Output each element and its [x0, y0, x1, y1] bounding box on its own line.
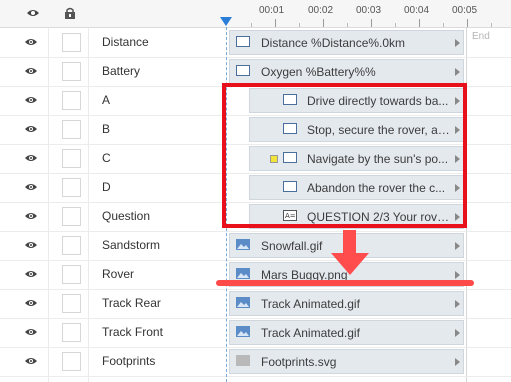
ruler-minor-tick [251, 23, 252, 27]
ruler-minor-tick [443, 23, 444, 27]
lock-checkbox[interactable] [62, 178, 81, 197]
bar-label: Snowfall.gif [261, 239, 323, 253]
layer-row[interactable]: Track Rear Track Animated.gif [0, 289, 511, 319]
layer-row[interactable]: Distance Distance %Distance%.0km [0, 28, 511, 58]
highlight-box-annotation [222, 83, 467, 228]
lock-checkbox[interactable] [62, 294, 81, 313]
lock-checkbox[interactable] [62, 120, 81, 139]
timeline-header: 00:01 00:02 00:03 00:04 00:05 [0, 0, 511, 28]
expand-arrow-icon[interactable] [455, 329, 460, 337]
timeline-bar[interactable]: Track Animated.gif [229, 291, 464, 316]
visibility-eye-icon[interactable] [22, 92, 40, 108]
layer-name: Question [102, 209, 151, 223]
lock-checkbox[interactable] [62, 207, 81, 226]
layer-name: B [102, 122, 111, 136]
lock-header-icon[interactable] [63, 6, 77, 20]
visibility-eye-icon[interactable] [22, 353, 40, 369]
layer-name: Track Front [102, 325, 163, 339]
lock-checkbox[interactable] [62, 323, 81, 342]
visibility-eye-icon[interactable] [22, 266, 40, 282]
visibility-eye-icon[interactable] [22, 208, 40, 224]
tick-label: 00:04 [404, 5, 430, 16]
bar-label: Oxygen %Battery%% [261, 65, 376, 79]
lock-checkbox[interactable] [62, 265, 81, 284]
image-icon [236, 268, 250, 279]
playhead-marker[interactable] [220, 17, 232, 26]
visibility-eye-icon[interactable] [22, 34, 40, 50]
ruler-tick [467, 19, 468, 27]
layer-name: A [102, 93, 111, 107]
tick-label: 00:02 [308, 5, 334, 16]
layer-name: Sandstorm [102, 238, 161, 252]
timeline-bar[interactable]: Oxygen %Battery%% [229, 59, 464, 84]
layer-row[interactable]: Footprints Footprints.svg [0, 347, 511, 377]
tick-label: 00:03 [356, 5, 382, 16]
layer-row[interactable]: Sandstorm Snowfall.gif [0, 231, 511, 261]
ruler-minor-tick [395, 23, 396, 27]
layer-name: Rover [102, 267, 135, 281]
layer-name: Track Rear [102, 296, 161, 310]
layer-name: D [102, 180, 111, 194]
ruler-tick [371, 19, 372, 27]
expand-arrow-icon[interactable] [455, 68, 460, 76]
lock-checkbox[interactable] [62, 33, 81, 52]
visibility-eye-icon[interactable] [22, 237, 40, 253]
bar-label: Footprints.svg [261, 355, 337, 369]
tick-label: 00:05 [452, 5, 478, 16]
visibility-eye-icon[interactable] [22, 150, 40, 166]
timeline-bar[interactable]: Footprints.svg [229, 349, 464, 374]
layer-name: C [102, 151, 111, 165]
ruler-tick [419, 19, 420, 27]
text-box-icon [236, 36, 250, 47]
expand-arrow-icon[interactable] [455, 242, 460, 250]
layer-name: Footprints [102, 354, 156, 368]
expand-arrow-icon[interactable] [455, 39, 460, 47]
visibility-eye-icon[interactable] [22, 295, 40, 311]
expand-arrow-icon[interactable] [455, 358, 460, 366]
image-icon [236, 297, 250, 308]
visibility-eye-icon[interactable] [22, 179, 40, 195]
ruler-tick [275, 19, 276, 27]
ruler-minor-tick [491, 23, 492, 27]
visibility-header-eye-icon[interactable] [26, 6, 40, 20]
svg-icon [236, 355, 250, 366]
ruler-tick [323, 19, 324, 27]
ruler-minor-tick [347, 23, 348, 27]
image-icon [236, 239, 250, 250]
layer-name: Battery [102, 64, 141, 78]
expand-arrow-icon[interactable] [455, 271, 460, 279]
arrow-head-annotation [331, 253, 369, 275]
timeline-bar[interactable]: Distance %Distance%.0km [229, 30, 464, 55]
lock-checkbox[interactable] [62, 91, 81, 110]
lock-checkbox[interactable] [62, 149, 81, 168]
text-box-icon [236, 65, 250, 76]
bar-label: Track Animated.gif [261, 326, 360, 340]
lock-checkbox[interactable] [62, 236, 81, 255]
bar-label: Track Animated.gif [261, 297, 360, 311]
arrow-shaft-annotation [343, 230, 356, 255]
ruler-minor-tick [299, 23, 300, 27]
lock-checkbox[interactable] [62, 352, 81, 371]
insertion-line-annotation [216, 280, 474, 286]
visibility-eye-icon[interactable] [22, 63, 40, 79]
tick-label: 00:01 [259, 5, 285, 16]
bar-label: Distance %Distance%.0km [261, 36, 406, 50]
image-icon [236, 326, 250, 337]
layer-row[interactable]: Track Front Track Animated.gif [0, 318, 511, 348]
visibility-eye-icon[interactable] [22, 121, 40, 137]
expand-arrow-icon[interactable] [455, 300, 460, 308]
timeline-bar[interactable]: Track Animated.gif [229, 320, 464, 345]
layer-name: Distance [102, 35, 149, 49]
visibility-eye-icon[interactable] [22, 324, 40, 340]
lock-checkbox[interactable] [62, 62, 81, 81]
